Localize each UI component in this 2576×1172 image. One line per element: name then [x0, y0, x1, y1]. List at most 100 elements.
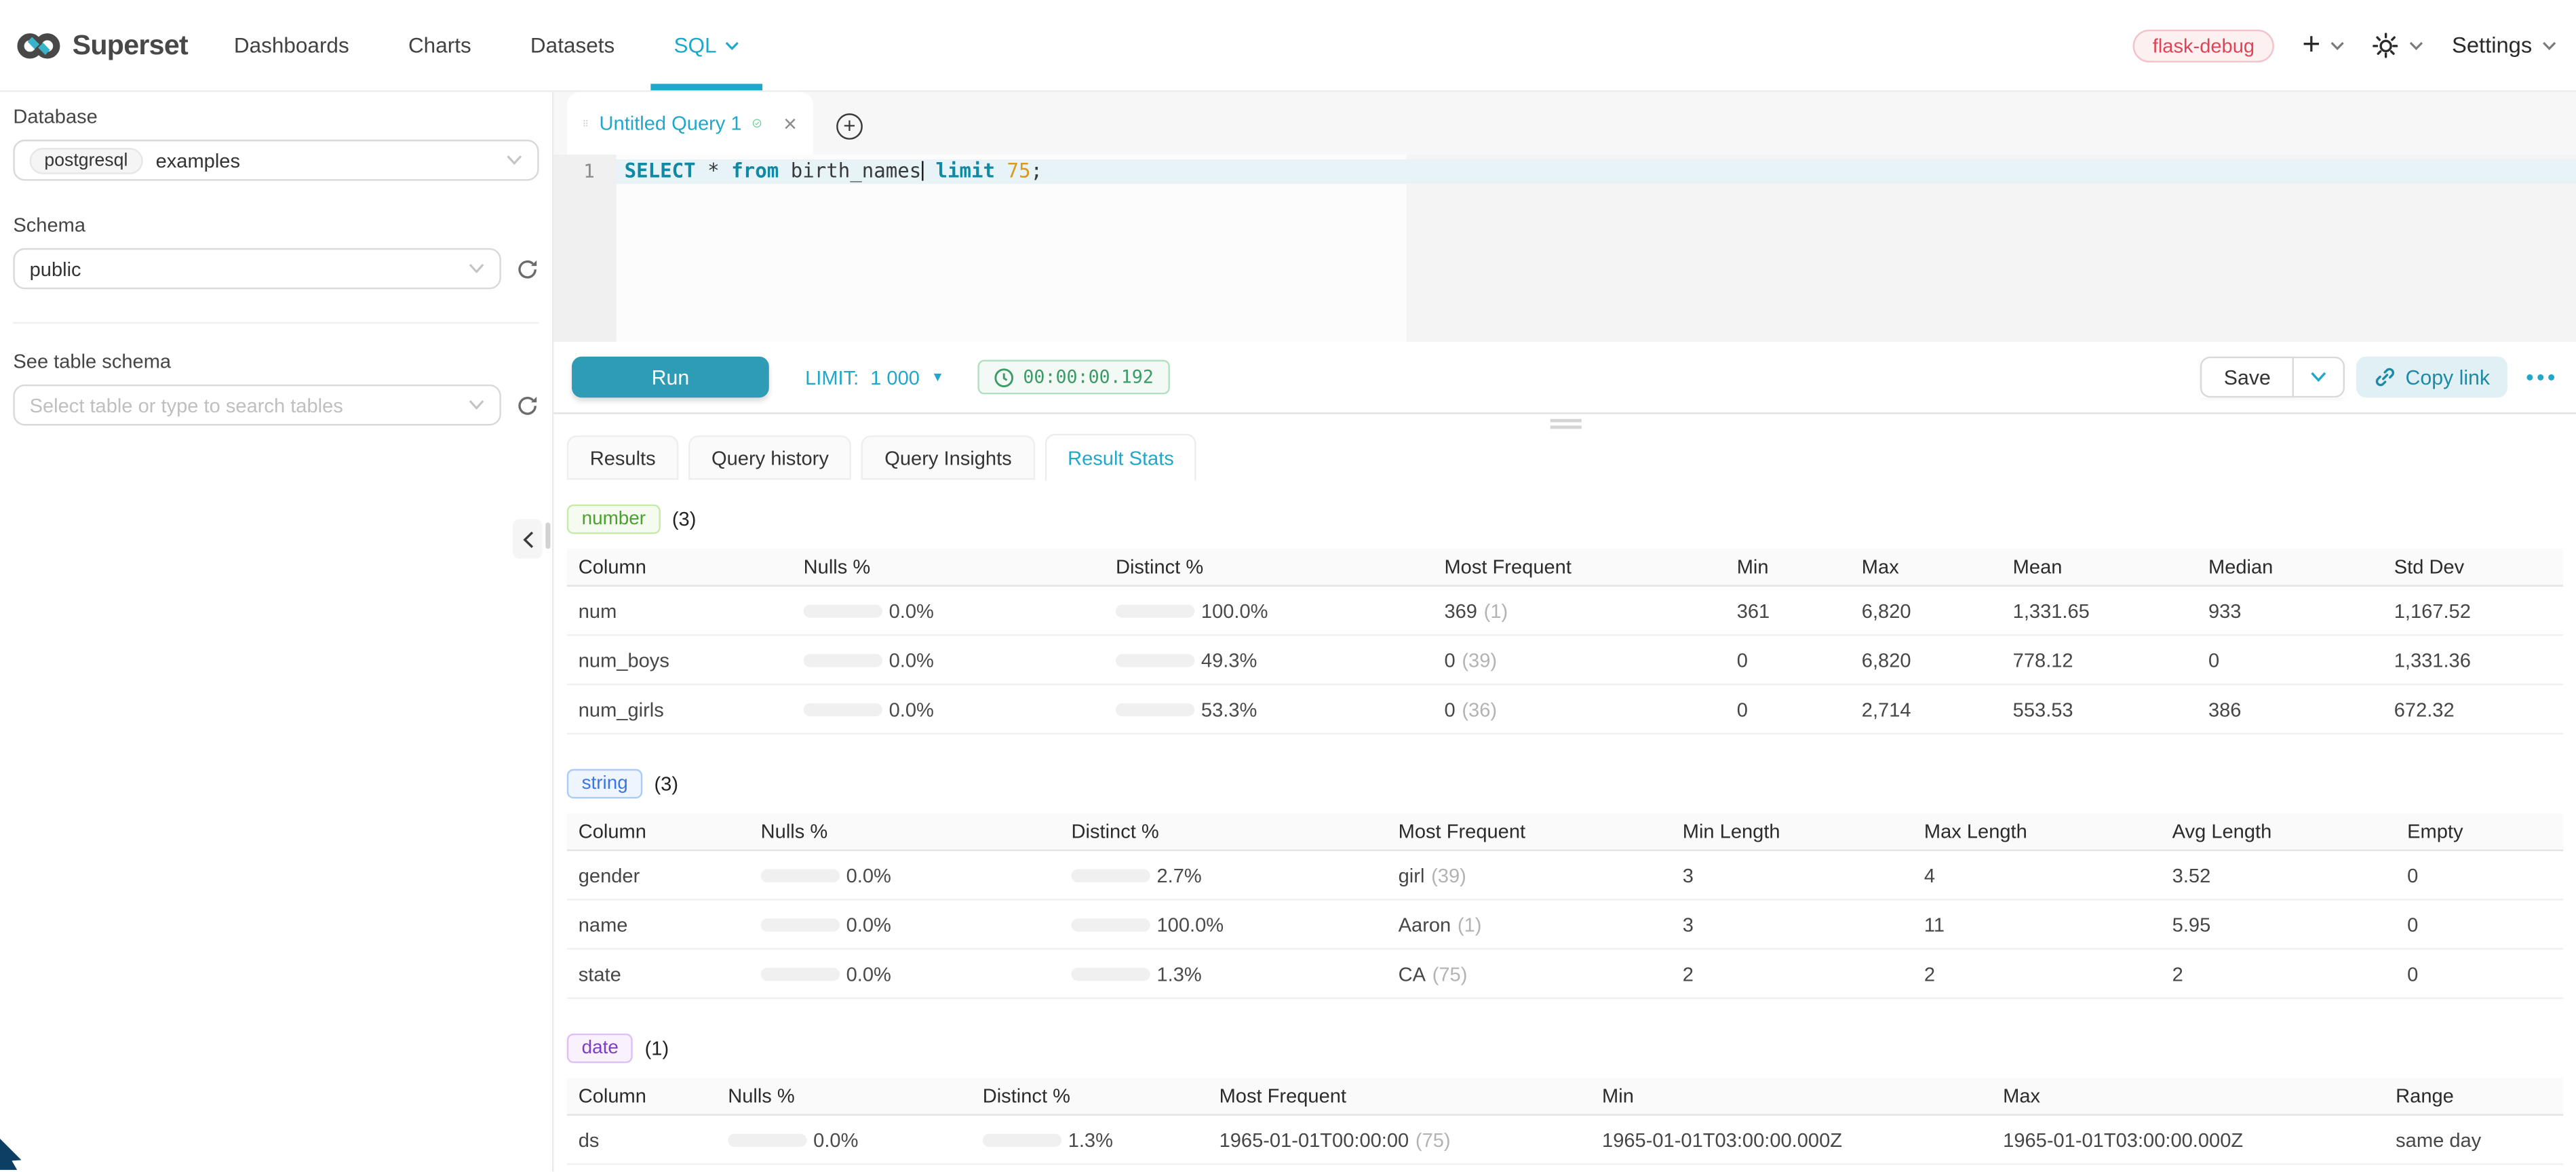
pane-resize-handle[interactable] [1550, 419, 1581, 432]
chevron-down-icon [2330, 40, 2345, 50]
line-number: 1 [553, 159, 616, 184]
chevron-down-icon [2310, 372, 2326, 383]
column-header: Avg Length [2172, 820, 2407, 843]
column-header: Distinct % [1072, 820, 1399, 843]
scrollbar-thumb[interactable] [545, 522, 550, 549]
superset-brand[interactable]: Superset [16, 24, 188, 66]
table-row: num0.0%100.0%369(1)3616,8201,331.659331,… [567, 587, 2563, 636]
close-tab-icon[interactable]: × [783, 112, 797, 135]
cell-distinct-pct: 53.3% [1116, 697, 1445, 720]
table-header-row: ColumnNulls %Distinct %Most FrequentMinM… [567, 549, 2563, 587]
distinct-pct-label: 100.0% [1201, 599, 1268, 622]
cell-stat-value: 2,714 [1862, 697, 2013, 720]
cell-stat-value: 2 [1924, 962, 2172, 985]
collapse-sidebar-button[interactable] [513, 520, 543, 559]
nav-item-label: Datasets [530, 33, 614, 57]
sql-token-plain [995, 159, 1007, 182]
chevron-down-icon [725, 40, 740, 50]
sql-token-number: 75 [1007, 159, 1030, 182]
result-tab-query-insights[interactable]: Query Insights [861, 435, 1034, 480]
column-count: (3) [672, 508, 697, 531]
check-circle-icon [754, 112, 762, 135]
nulls-pct-label: 0.0% [846, 863, 891, 886]
copy-link-button[interactable]: Copy link [2356, 357, 2508, 398]
result-tab-query-history[interactable]: Query history [688, 435, 852, 480]
cell-most-frequent: 369(1) [1444, 599, 1736, 622]
cell-distinct-pct: 2.7% [1072, 863, 1399, 886]
column-header: Max [2003, 1085, 2396, 1108]
section-tag-row: number(3) [567, 505, 2563, 534]
column-header: Distinct % [983, 1085, 1219, 1108]
cell-most-frequent: CA(75) [1399, 962, 1683, 985]
distinct-pct-label: 100.0% [1157, 913, 1224, 936]
distinct-bar [983, 1133, 1061, 1146]
database-select[interactable]: postgresql examples [13, 140, 539, 181]
refresh-schemas-icon[interactable] [516, 257, 539, 280]
nav-item-sql[interactable]: SQL [674, 0, 739, 90]
drag-handle-icon[interactable] [583, 113, 588, 133]
new-menu[interactable]: + [2302, 34, 2345, 57]
save-options-button[interactable] [2294, 357, 2345, 398]
sql-token-plain: birth_names [779, 159, 921, 182]
cell-column-name: gender [567, 863, 761, 886]
result-tab-result-stats[interactable]: Result Stats [1045, 434, 1197, 482]
stats-table-string: ColumnNulls %Distinct %Most FrequentMin … [567, 813, 2563, 999]
most-frequent-count: (36) [1462, 697, 1497, 720]
settings-menu[interactable]: Settings [2452, 33, 2557, 57]
cell-nulls-pct: 0.0% [804, 697, 1116, 720]
nav-item-dashboards[interactable]: Dashboards [234, 0, 349, 90]
cell-nulls-pct: 0.0% [804, 648, 1116, 671]
column-count: (1) [645, 1037, 669, 1060]
nulls-pct-label: 0.0% [846, 962, 891, 985]
most-frequent-count: (39) [1462, 648, 1497, 671]
cell-stat-value: same day [2396, 1128, 2563, 1151]
table-header-row: ColumnNulls %Distinct %Most FrequentMin … [567, 813, 2563, 851]
cell-column-name: num [567, 599, 804, 622]
distinct-bar [1072, 868, 1150, 881]
distinct-pct-label: 1.3% [1068, 1128, 1113, 1151]
more-actions-button[interactable]: ••• [2526, 365, 2558, 389]
sqllab-main: Untitled Query 1 × + 1 SELECT * from bir… [553, 92, 2576, 1172]
column-header: Min Length [1683, 820, 1924, 843]
navbar: Superset DashboardsChartsDatasetsSQL fla… [0, 0, 2576, 92]
most-frequent-value: girl [1399, 863, 1425, 886]
nulls-bar [804, 604, 882, 617]
cell-distinct-pct: 1.3% [1072, 962, 1399, 985]
cell-stat-value: 1,331.36 [2394, 648, 2564, 671]
nav-item-datasets[interactable]: Datasets [530, 0, 614, 90]
most-frequent-value: CA [1399, 962, 1426, 985]
nulls-bar [761, 918, 840, 931]
cell-column-name: num_boys [567, 648, 804, 671]
schema-select[interactable]: public [13, 248, 501, 290]
cell-column-name: num_girls [567, 697, 804, 720]
table-select[interactable]: Select table or type to search tables [13, 385, 501, 426]
distinct-bar [1116, 653, 1194, 666]
sql-editor[interactable]: 1 SELECT * from birth_names limit 75; [553, 155, 2576, 342]
chevron-down-icon [468, 263, 484, 275]
sqllab-sidebar: Database postgresql examples Schema publ… [0, 92, 553, 1172]
column-header: Range [2396, 1085, 2563, 1108]
cell-stat-value: 11 [1924, 913, 2172, 936]
cell-most-frequent: girl(39) [1399, 863, 1683, 886]
theme-toggle[interactable] [2373, 32, 2424, 58]
sql-token-plain [720, 159, 732, 182]
save-button[interactable]: Save [2201, 357, 2294, 398]
cell-stat-value: 672.32 [2394, 697, 2564, 720]
cell-stat-value: 5.95 [2172, 913, 2407, 936]
cell-stat-value: 933 [2208, 599, 2394, 622]
cell-stat-value: 553.53 [2013, 697, 2208, 720]
refresh-tables-icon[interactable] [516, 393, 539, 416]
cell-stat-value: 0 [2407, 962, 2563, 985]
distinct-bar [1116, 604, 1194, 617]
query-tab-title: Untitled Query 1 [600, 112, 742, 135]
run-query-button[interactable]: Run [572, 357, 769, 398]
database-engine-tag: postgresql [30, 147, 143, 174]
column-count: (3) [654, 773, 678, 796]
nav-item-charts[interactable]: Charts [408, 0, 471, 90]
add-tab-button[interactable]: + [836, 113, 863, 140]
cell-most-frequent: Aaron(1) [1399, 913, 1683, 936]
cell-stat-value: 361 [1737, 599, 1862, 622]
limit-dropdown[interactable]: LIMIT: 1 000 ▼ [805, 366, 944, 389]
query-tab[interactable]: Untitled Query 1 × [567, 92, 813, 155]
result-tab-results[interactable]: Results [567, 435, 679, 480]
